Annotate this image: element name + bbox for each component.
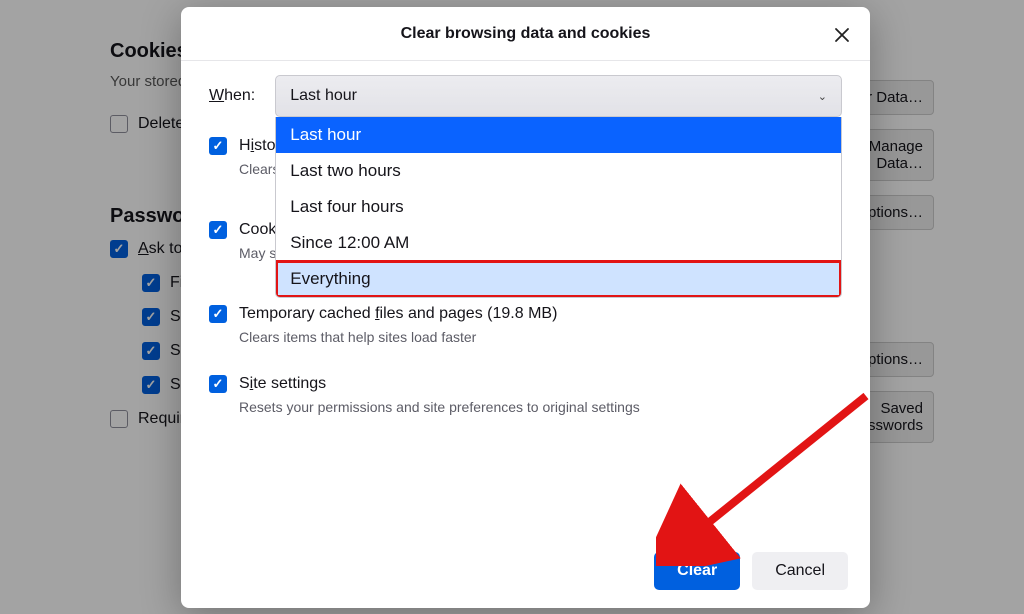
clear-button[interactable]: Clear: [654, 552, 740, 590]
when-select-button[interactable]: Last hour ⌄: [275, 75, 842, 117]
cache-checkbox[interactable]: [209, 305, 227, 323]
ask-checkbox[interactable]: [110, 240, 128, 258]
close-icon[interactable]: [828, 21, 856, 49]
req-checkbox[interactable]: [110, 410, 128, 428]
option-last-hour[interactable]: Last hour: [276, 117, 841, 153]
cookies-checkbox[interactable]: [209, 221, 227, 239]
dialog-title: Clear browsing data and cookies: [401, 25, 651, 43]
cache-item: Temporary cached files and pages (19.8 M…: [209, 305, 842, 345]
option-since-midnight[interactable]: Since 12:00 AM: [276, 225, 841, 261]
delete-checkbox[interactable]: [110, 115, 128, 133]
dialog-body: When: Last hour ⌄ Last hour Last two hou…: [181, 61, 870, 538]
site-settings-desc: Resets your permissions and site prefere…: [239, 399, 842, 415]
c3-checkbox[interactable]: [142, 342, 160, 360]
chevron-down-icon: ⌄: [818, 90, 827, 103]
c4-checkbox[interactable]: [142, 376, 160, 394]
option-last-four-hours[interactable]: Last four hours: [276, 189, 841, 225]
clear-data-dialog: Clear browsing data and cookies When: La…: [181, 7, 870, 608]
c2-checkbox[interactable]: [142, 308, 160, 326]
option-everything[interactable]: Everything: [276, 261, 841, 297]
cancel-button[interactable]: Cancel: [752, 552, 848, 590]
when-select[interactable]: Last hour ⌄ Last hour Last two hours Las…: [275, 75, 842, 117]
when-label: When:: [209, 87, 255, 105]
history-checkbox[interactable]: [209, 137, 227, 155]
site-settings-label: Site settings: [239, 375, 326, 393]
cache-label: Temporary cached files and pages (19.8 M…: [239, 305, 557, 323]
option-last-two-hours[interactable]: Last two hours: [276, 153, 841, 189]
dialog-header: Clear browsing data and cookies: [181, 7, 870, 61]
site-settings-item: Site settings Resets your permissions an…: [209, 375, 842, 415]
c1-checkbox[interactable]: [142, 274, 160, 292]
dialog-footer: Clear Cancel: [181, 538, 870, 608]
cache-desc: Clears items that help sites load faster: [239, 329, 842, 345]
site-settings-checkbox[interactable]: [209, 375, 227, 393]
when-row: When: Last hour ⌄ Last hour Last two hou…: [209, 75, 842, 117]
when-selected-value: Last hour: [290, 87, 357, 105]
when-dropdown: Last hour Last two hours Last four hours…: [275, 117, 842, 298]
